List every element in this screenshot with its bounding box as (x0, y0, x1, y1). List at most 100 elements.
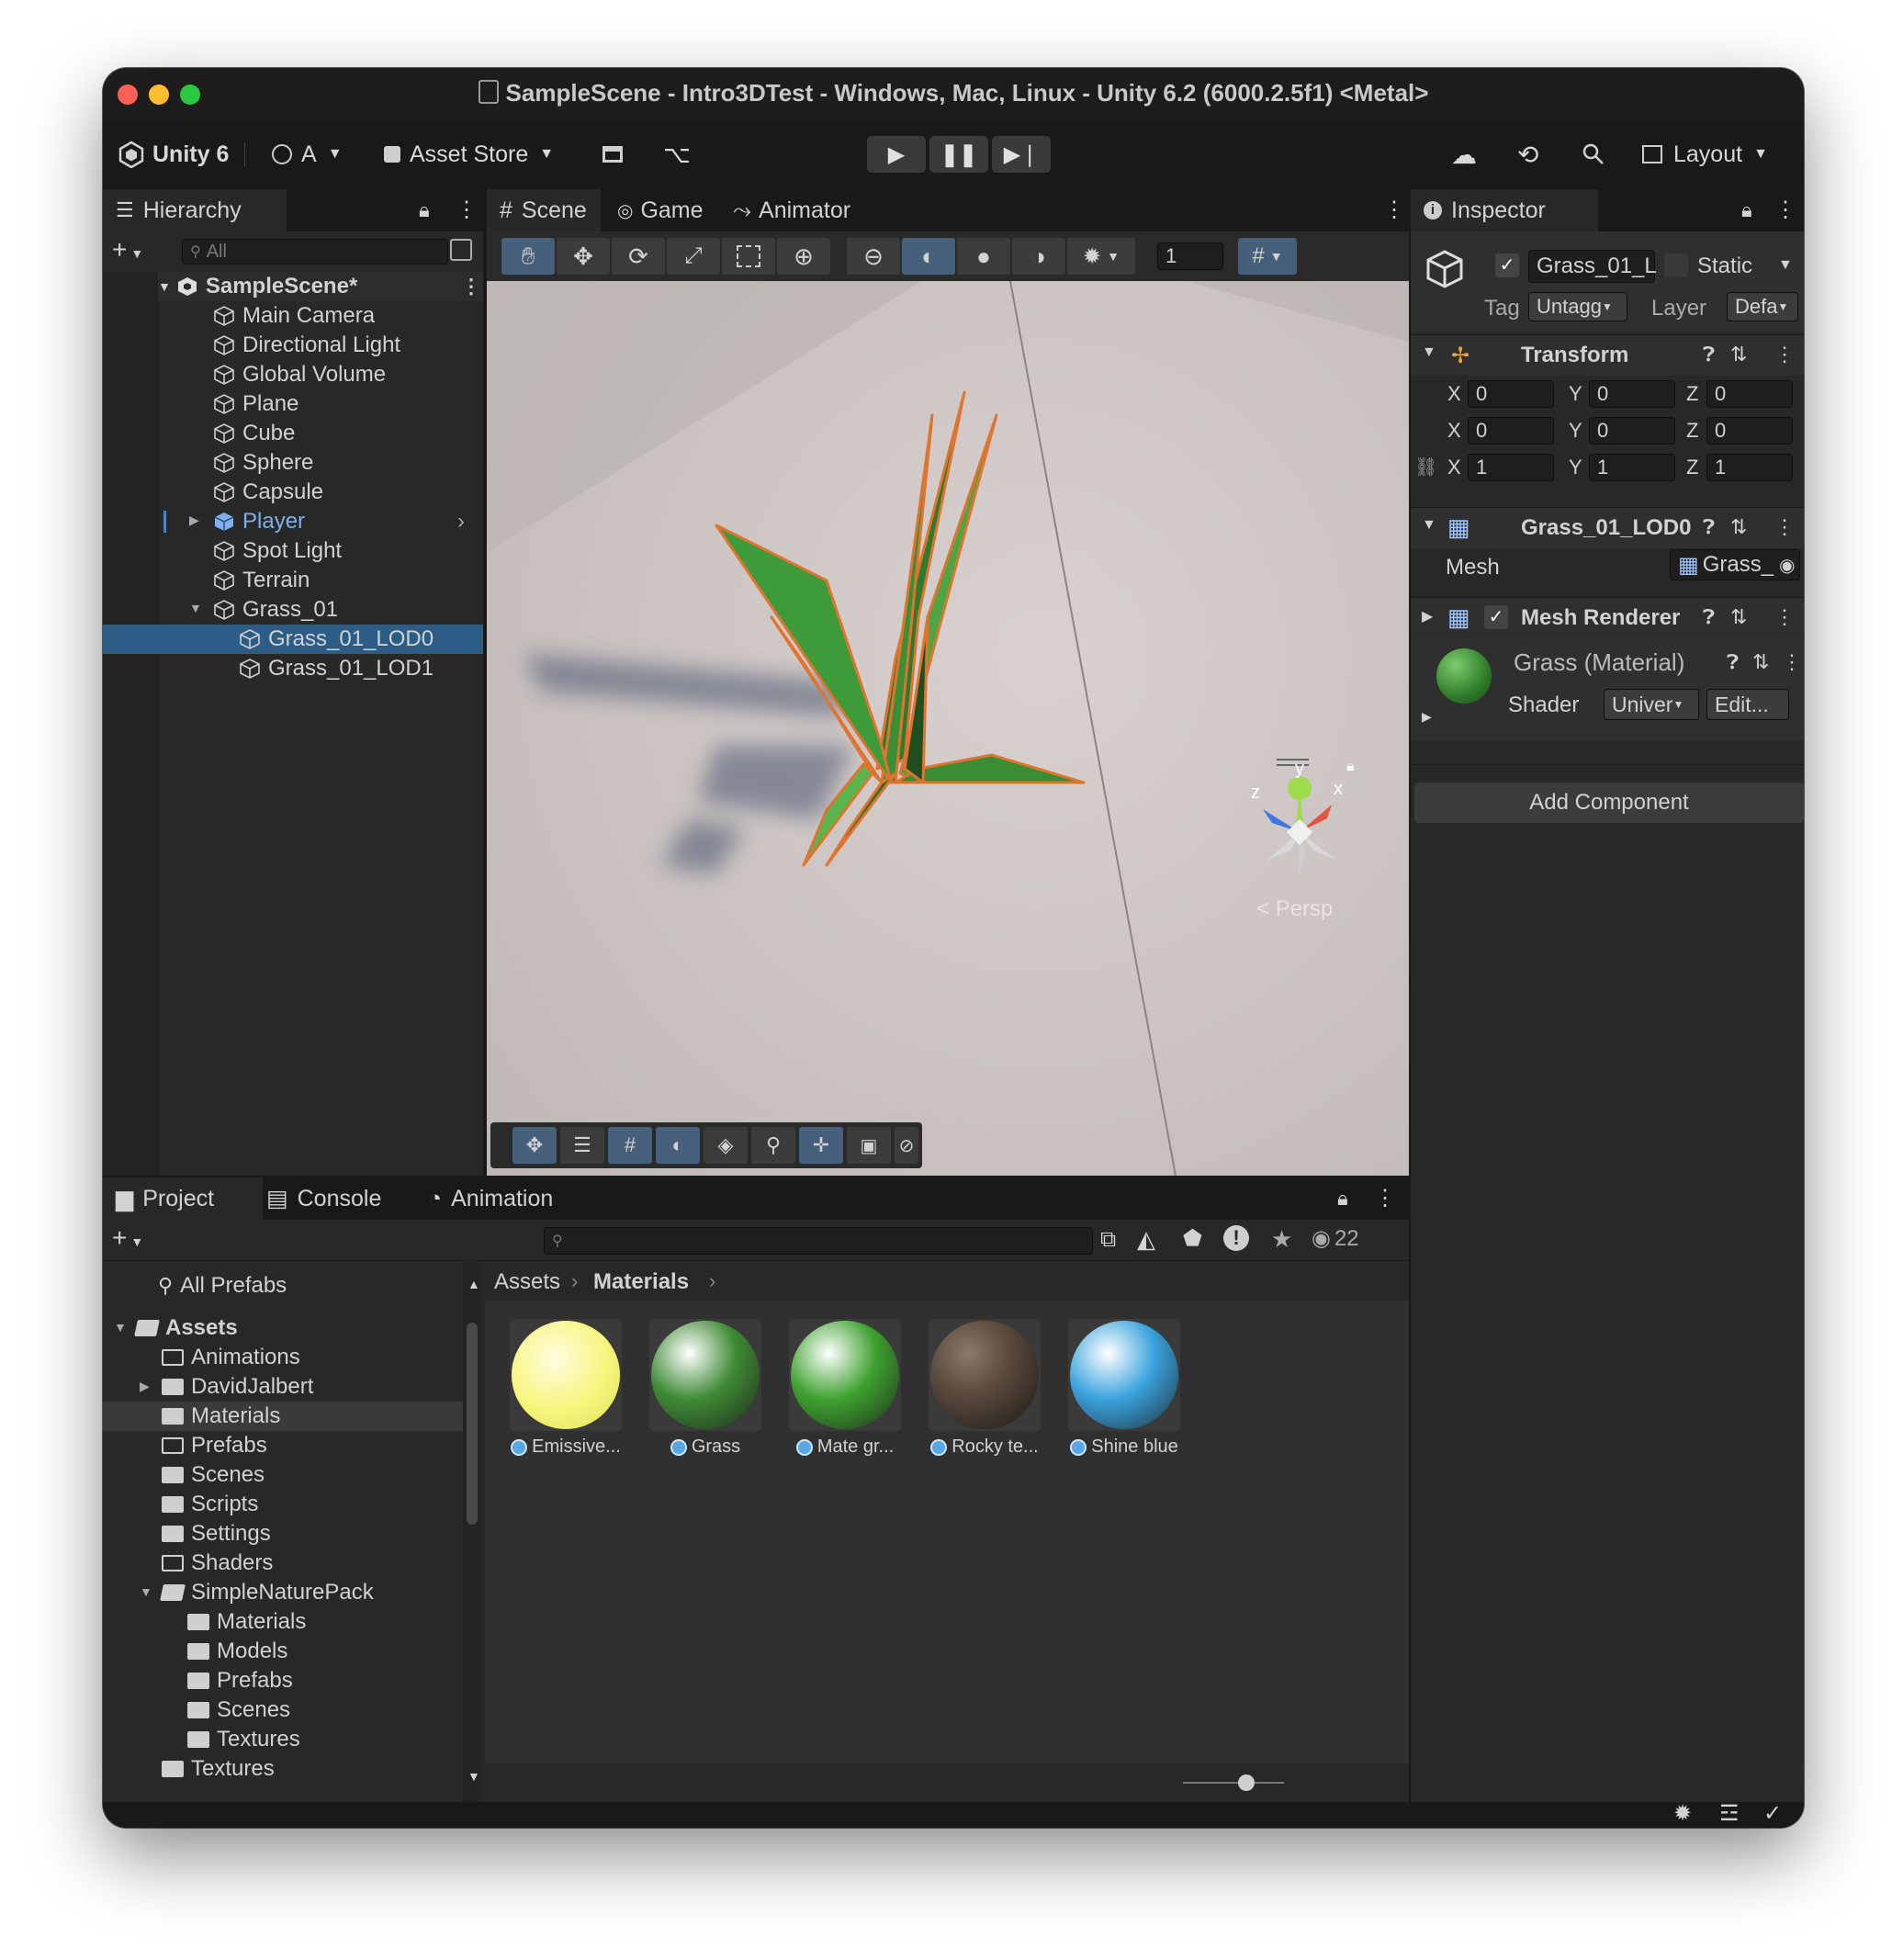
asset-tile[interactable]: Rocky te... (920, 1319, 1049, 1458)
folder-tree-item[interactable]: Textures (162, 1754, 275, 1784)
folder-tree-item[interactable]: Prefabs (162, 1431, 267, 1460)
hierarchy-item[interactable]: Global Volume (213, 360, 386, 389)
asset-tile[interactable]: Emissive... (501, 1319, 630, 1458)
overlay-grid-button[interactable]: # (608, 1127, 652, 1164)
overlay-pivot-button[interactable]: ✛ (799, 1127, 843, 1164)
create-object-button[interactable]: + ▼ (112, 235, 143, 265)
folder-tree-item[interactable]: ▼ Assets (114, 1313, 238, 1343)
transform-scale-y-field[interactable]: 1 (1589, 454, 1675, 481)
chevron-right-icon[interactable]: › (457, 509, 465, 535)
folder-tree-item[interactable]: Textures (187, 1725, 300, 1754)
folder-tree-item[interactable]: Materials (162, 1402, 280, 1431)
search-button[interactable] (1582, 138, 1605, 171)
object-name-field[interactable]: Grass_01_L (1528, 250, 1657, 283)
help-icon[interactable]: ❓︎ (1703, 343, 1715, 366)
open-search-icon[interactable] (450, 239, 472, 261)
step-button[interactable]: ▶❘ (992, 136, 1051, 173)
asset-tile[interactable]: Shine blue (1060, 1319, 1188, 1458)
z-axis-label[interactable]: Z (1686, 382, 1698, 406)
tree-scrollbar[interactable]: ▲ ▼ (463, 1262, 481, 1802)
mesh-object-field[interactable]: ▦ Grass_ ◉ (1670, 549, 1800, 580)
y-axis-label[interactable]: Y (1569, 456, 1582, 479)
package-manager-button[interactable] (602, 138, 623, 171)
help-icon[interactable]: ❓︎ (1703, 605, 1715, 629)
star-icon[interactable]: ★ (1271, 1225, 1292, 1254)
scale-tool-button[interactable]: ⤢ (667, 238, 720, 275)
foldout-closed-icon[interactable]: ▶ (1422, 709, 1432, 725)
more-options-icon[interactable]: ⋮ (1383, 197, 1405, 223)
overlay-shading-button[interactable]: ◐ (656, 1127, 700, 1164)
transform-scale-z-field[interactable]: 1 (1706, 454, 1793, 481)
transform-scale-x-field[interactable]: 1 (1468, 454, 1554, 481)
hierarchy-item[interactable]: Grass_01_LOD0 (239, 625, 434, 654)
foldout-open-icon[interactable]: ▼ (114, 1320, 127, 1335)
move-tool-button[interactable]: ✥ (557, 238, 610, 275)
scene-viewport[interactable] (487, 231, 1409, 1176)
filter-by-label-icon[interactable]: ⬟ (1183, 1225, 1202, 1252)
scene-row[interactable]: ▼ SampleScene* ⋮ (158, 272, 483, 301)
tab-game[interactable]: ◎ Game (604, 189, 727, 231)
hierarchy-item[interactable]: Grass_01_LOD1 (239, 654, 434, 683)
asset-tile[interactable]: Grass (641, 1319, 770, 1458)
wireframe-mode-button[interactable]: ◑ (1012, 238, 1065, 275)
z-axis-label[interactable]: Z (1686, 419, 1698, 443)
unity-account-button[interactable]: Unity 6 (118, 138, 229, 171)
hierarchy-item[interactable]: Spot Light (213, 536, 342, 566)
mesh-filter-header[interactable]: ▼ ▦ Grass_01_LOD0 ❓︎ ⇅ ⋮ (1411, 507, 1804, 548)
folder-tree-item[interactable]: Animations (162, 1343, 300, 1372)
tab-hierarchy[interactable]: ☰ Hierarchy (103, 189, 287, 231)
more-options-icon[interactable]: ⋮ (1774, 197, 1796, 223)
asset-thumbnail[interactable] (649, 1319, 761, 1431)
tab-inspector[interactable]: i Inspector (1411, 189, 1598, 231)
hierarchy-item[interactable]: Cube (213, 419, 295, 448)
more-options-icon[interactable]: ⋮ (1374, 1185, 1396, 1211)
material-preview-sphere[interactable] (1436, 648, 1492, 704)
x-axis-label[interactable]: X (1447, 382, 1461, 406)
cloud-button[interactable]: ☁ (1451, 138, 1477, 171)
presets-icon[interactable]: ⇅ (1730, 343, 1747, 366)
global-orientation-button[interactable]: ⊖ (847, 238, 900, 275)
foldout-closed-icon[interactable]: ▶ (140, 1379, 150, 1394)
more-options-icon[interactable]: ⋮ (456, 197, 478, 223)
transform-header[interactable]: ▼ ✢ Transform ❓︎ ⇅ ⋮ (1411, 334, 1804, 376)
hierarchy-item[interactable]: ▼ Grass_01 (189, 595, 338, 625)
tab-animator[interactable]: ⤳ Animator (720, 189, 880, 231)
hierarchy-item[interactable]: Directional Light (213, 331, 400, 360)
progress-icon[interactable]: ☲ (1719, 1800, 1740, 1827)
asset-tile[interactable]: Mate gr... (781, 1319, 909, 1458)
debug-icon[interactable]: ✹ (1673, 1800, 1692, 1827)
active-checkbox[interactable]: ✓ (1495, 253, 1519, 277)
grid-snapping-button[interactable]: # ▼ (1238, 238, 1297, 275)
add-component-button[interactable]: Add Component (1414, 783, 1804, 823)
overlay-zoom-button[interactable]: ⚲ (751, 1127, 795, 1164)
more-options-icon[interactable]: ⋮ (1774, 515, 1795, 539)
help-icon[interactable]: ❓︎ (1703, 515, 1715, 539)
rotate-tool-button[interactable]: ⟳ (612, 238, 665, 275)
zoom-slider-thumb[interactable] (1238, 1774, 1255, 1791)
version-control-button[interactable]: ⌥ (663, 138, 691, 171)
overlay-settings-button[interactable]: ☰ (560, 1127, 604, 1164)
folder-tree-item[interactable]: ▶ DavidJalbert (140, 1372, 313, 1402)
filter-by-type-warning-icon[interactable]: ! (1223, 1225, 1249, 1251)
play-button[interactable]: ▶ (867, 136, 926, 173)
folder-tree-item[interactable]: Scenes (187, 1695, 290, 1725)
folder-tree-item[interactable]: Scripts (162, 1490, 258, 1519)
hierarchy-item[interactable]: Plane (213, 389, 298, 419)
scene-view[interactable]: ✋︎ ✥ ⟳ ⤢ ⊕ ⊖ ◐ ● ◑ ✹ ▼ 1 # ▼ y x z 🔒︎ < … (487, 231, 1409, 1176)
help-icon[interactable]: ❓︎ (1727, 650, 1739, 674)
more-options-icon[interactable]: ⋮ (1774, 605, 1795, 629)
transform-rotation-z-field[interactable]: 0 (1706, 417, 1793, 445)
tag-dropdown[interactable]: Untagg ▼ (1528, 292, 1627, 321)
shaded-mode-button[interactable]: ◐ (902, 238, 955, 275)
constrain-proportions-icon[interactable]: ⛓ (1414, 456, 1437, 479)
hierarchy-item[interactable]: Main Camera (213, 301, 375, 331)
grid-size-input[interactable]: 1 (1157, 242, 1223, 270)
asset-thumbnail[interactable] (1068, 1319, 1180, 1431)
create-asset-button[interactable]: + ▼ (112, 1223, 143, 1253)
debug-draw-dropdown[interactable]: ✹ ▼ (1067, 238, 1135, 275)
shader-dropdown[interactable]: Univer ▼ (1604, 689, 1699, 720)
hierarchy-item[interactable]: ▶ Player (189, 507, 305, 536)
layout-dropdown[interactable]: Layout ▼ (1642, 138, 1768, 171)
z-axis-label[interactable]: Z (1686, 456, 1698, 479)
asset-thumbnail[interactable] (789, 1319, 901, 1431)
